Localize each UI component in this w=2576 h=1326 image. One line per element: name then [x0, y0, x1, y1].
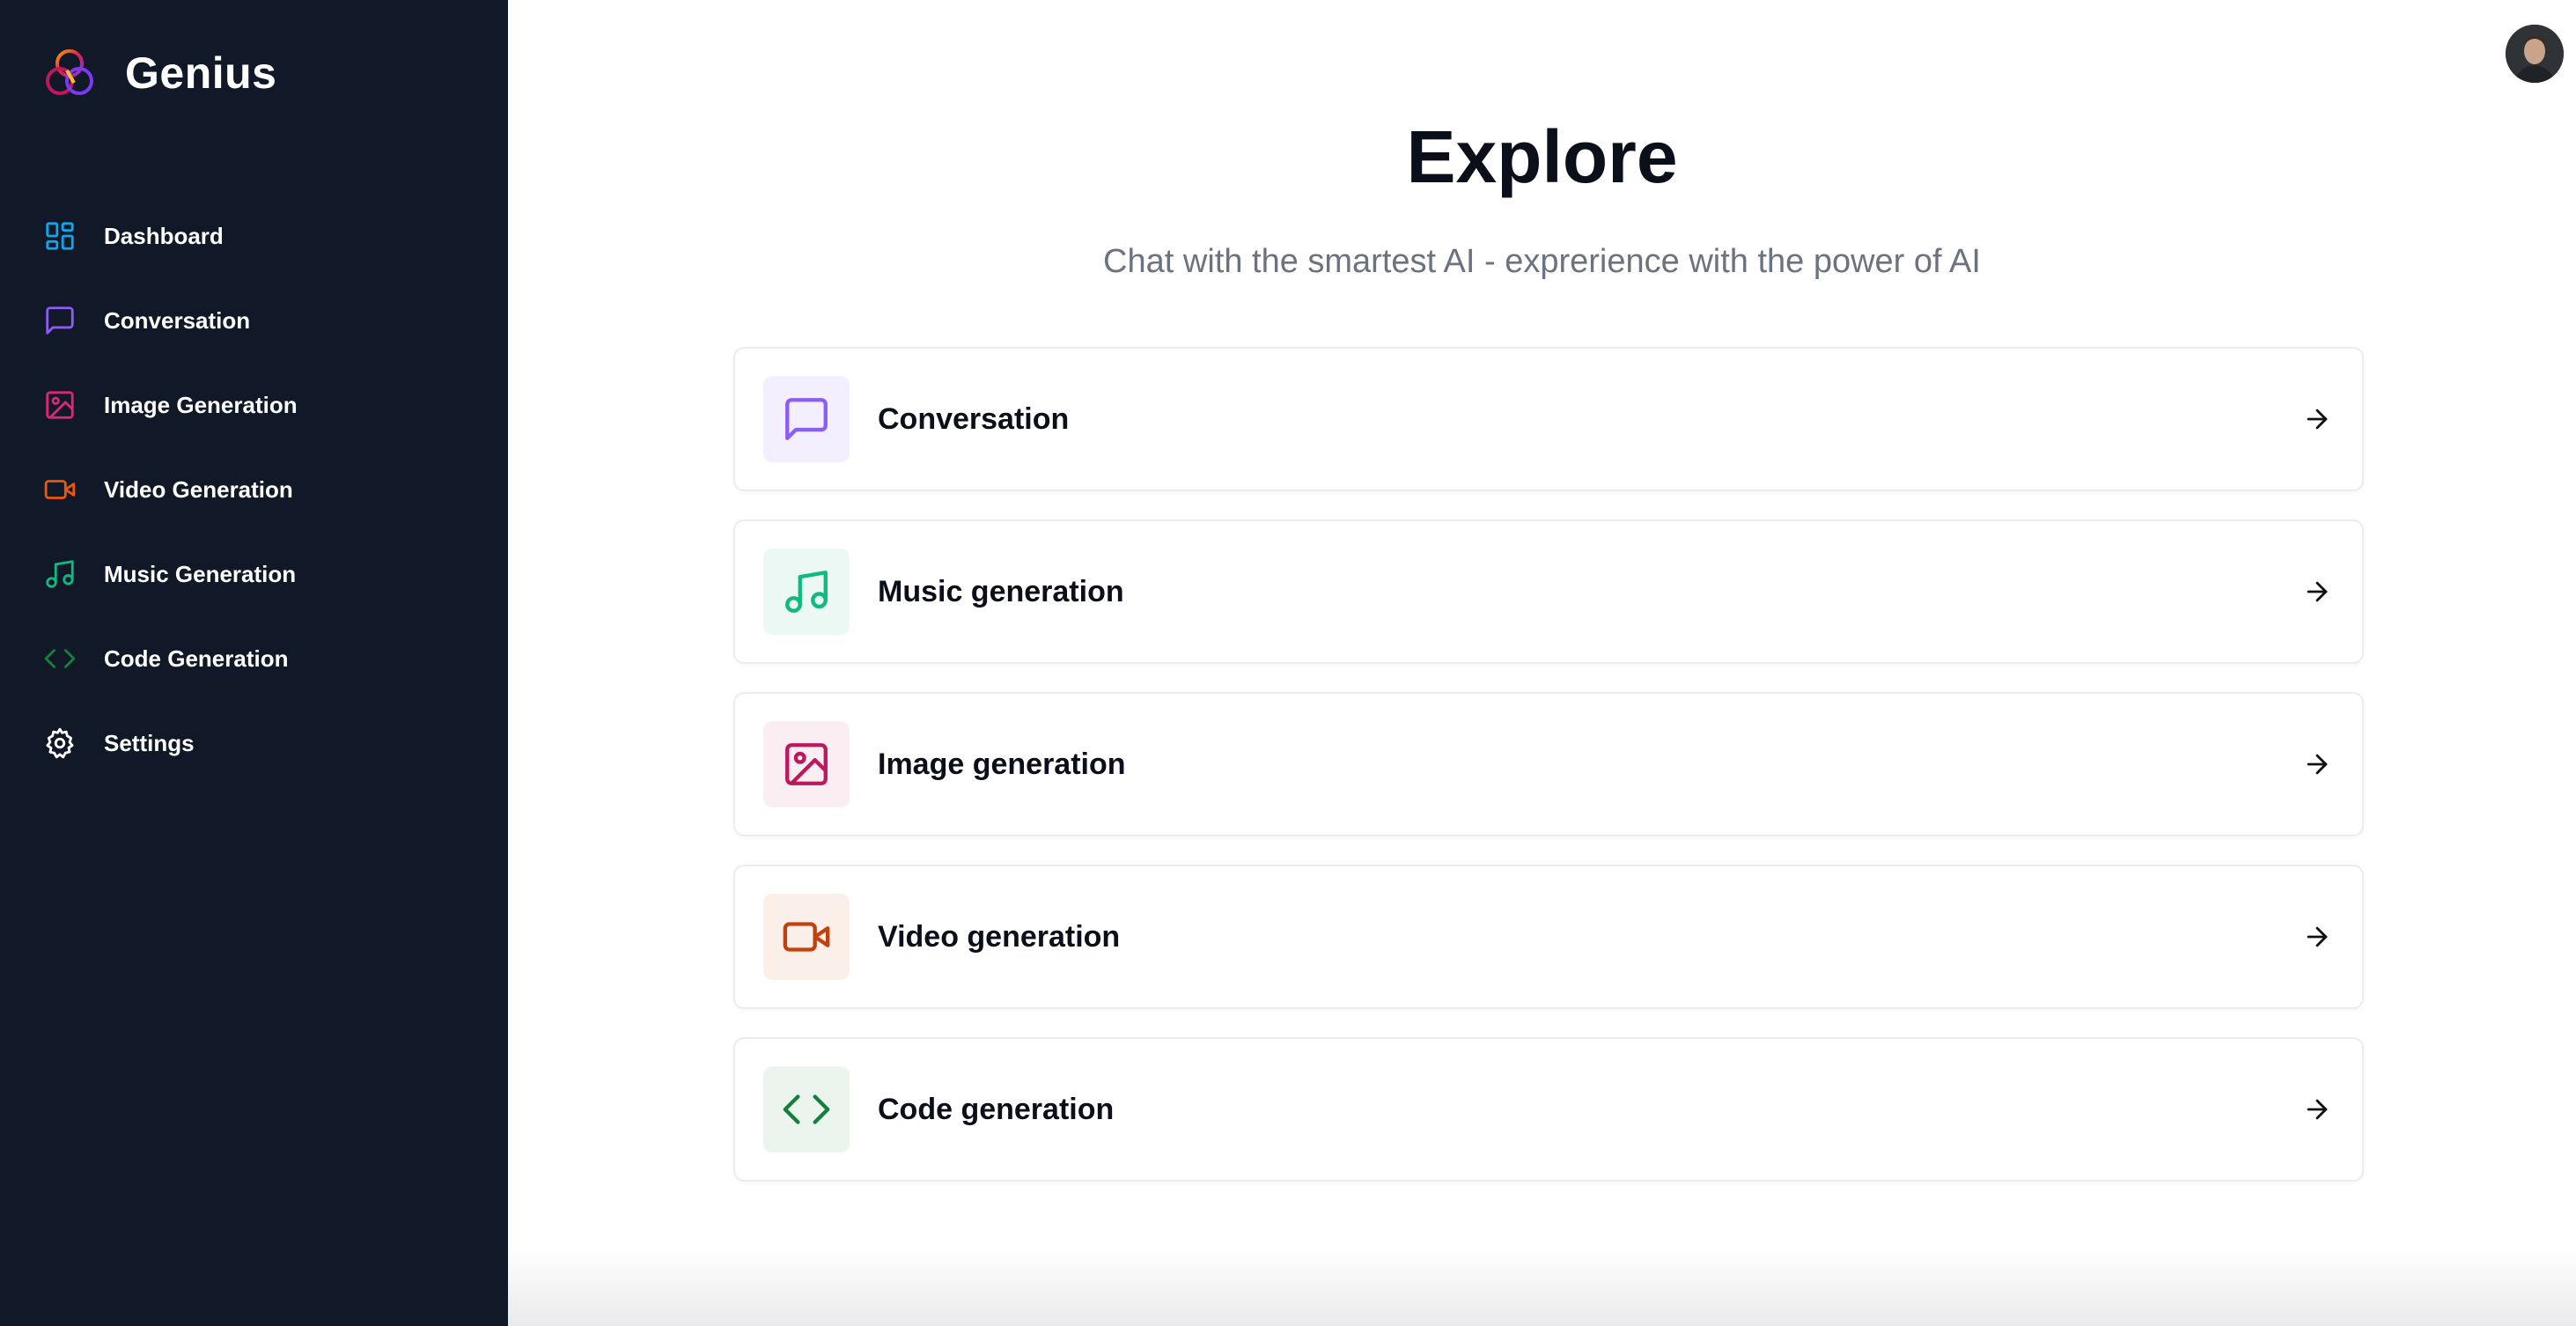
- sidebar-item-label: Settings: [104, 729, 195, 756]
- tool-label: Code generation: [878, 1092, 1115, 1126]
- page-title: Explore: [1406, 115, 1678, 198]
- sidebar-item-image-generation[interactable]: Image Generation: [25, 368, 486, 442]
- sidebar-item-settings[interactable]: Settings: [25, 706, 486, 780]
- sidebar-nav: Dashboard Conversation Image Generation …: [25, 199, 486, 791]
- brand-name: Genius: [125, 48, 277, 98]
- brand[interactable]: Genius: [40, 42, 276, 104]
- image-icon: [42, 387, 77, 423]
- main-content: Explore Chat with the smartest AI - expr…: [508, 0, 2576, 1326]
- sidebar: Genius Dashboard Conversation Image Gene…: [0, 0, 508, 1326]
- sidebar-item-label: Video Generation: [104, 475, 293, 503]
- dashboard-icon: [42, 218, 77, 254]
- genius-logo-icon: [46, 49, 93, 95]
- tool-icon-container: [763, 549, 850, 635]
- tool-icon-container: [763, 894, 850, 980]
- sidebar-item-conversation[interactable]: Conversation: [25, 284, 486, 357]
- avatar-image-icon: [2506, 25, 2564, 83]
- settings-icon: [42, 726, 77, 761]
- user-avatar[interactable]: [2506, 25, 2564, 83]
- tool-card-video-generation[interactable]: Video generation: [733, 865, 2364, 1009]
- sidebar-item-music-generation[interactable]: Music Generation: [25, 537, 486, 611]
- sidebar-item-label: Code Generation: [104, 645, 289, 672]
- tool-icon-container: [763, 721, 850, 807]
- tool-icon-container: [763, 376, 850, 462]
- tool-card-image-generation[interactable]: Image generation: [733, 692, 2364, 836]
- sidebar-item-dashboard[interactable]: Dashboard: [25, 199, 486, 273]
- tool-card-code-generation[interactable]: Code generation: [733, 1037, 2364, 1182]
- tool-label: Conversation: [878, 401, 1070, 436]
- video-icon: [42, 472, 77, 507]
- sidebar-item-label: Conversation: [104, 306, 251, 334]
- sidebar-item-video-generation[interactable]: Video Generation: [25, 453, 486, 527]
- video-icon: [783, 922, 830, 952]
- sidebar-item-label: Music Generation: [104, 560, 297, 587]
- tool-card-music-generation[interactable]: Music generation: [733, 519, 2364, 664]
- app-root: Genius Dashboard Conversation Image Gene…: [0, 0, 2576, 1326]
- arrow-right-icon: [2300, 402, 2334, 436]
- sidebar-item-label: Dashboard: [104, 222, 224, 249]
- tool-label: Video generation: [878, 919, 1121, 954]
- tool-label: Image generation: [878, 747, 1126, 781]
- tools-list: Conversation Music generation Image gene…: [733, 347, 2364, 1210]
- music-icon: [42, 556, 77, 592]
- tool-label: Music generation: [878, 574, 1124, 608]
- music-icon: [785, 571, 828, 613]
- sidebar-item-label: Image Generation: [104, 391, 298, 418]
- code-icon: [42, 641, 77, 676]
- message-square-icon: [42, 303, 77, 338]
- arrow-right-icon: [2300, 748, 2334, 781]
- message-square-icon: [785, 398, 828, 440]
- sidebar-item-code-generation[interactable]: Code Generation: [25, 622, 486, 696]
- tool-card-conversation[interactable]: Conversation: [733, 347, 2364, 491]
- arrow-right-icon: [2300, 920, 2334, 954]
- code-icon: [783, 1094, 830, 1124]
- arrow-right-icon: [2300, 1093, 2334, 1126]
- bottom-fade: [508, 1247, 2576, 1326]
- image-icon: [785, 743, 828, 785]
- arrow-right-icon: [2300, 575, 2334, 608]
- tool-icon-container: [763, 1066, 850, 1153]
- page-subtitle: Chat with the smartest AI - exprerience …: [1103, 243, 1981, 280]
